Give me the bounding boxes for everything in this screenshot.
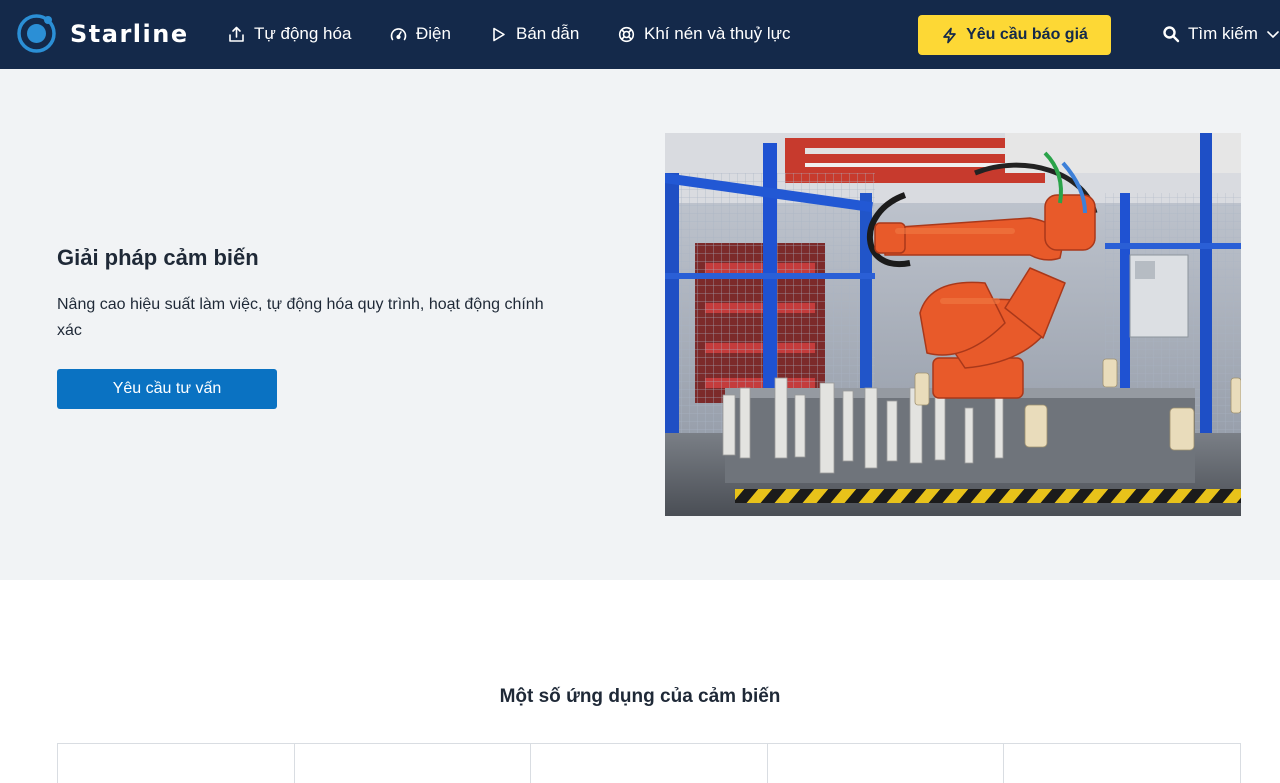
hero-title: Giải pháp cảm biến — [57, 245, 259, 270]
request-quote-button[interactable]: Yêu cầu báo giá — [918, 15, 1111, 55]
hero-description: Nâng cao hiệu suất làm việc, tự động hóa… — [57, 296, 544, 339]
application-card[interactable] — [531, 744, 768, 783]
play-triangle-icon — [493, 27, 505, 41]
chevron-down-icon — [1267, 31, 1279, 39]
application-card[interactable] — [294, 744, 532, 783]
request-consultation-button[interactable]: Yêu cầu tư vấn — [57, 369, 277, 409]
nav-item-label: Tự động hóa — [254, 24, 352, 43]
request-quote-label: Yêu cầu báo giá — [966, 26, 1088, 43]
starline-logo-icon — [17, 14, 56, 53]
lightning-icon — [943, 27, 956, 43]
industrial-robot-arm-illustration — [665, 133, 1241, 516]
gauge-icon — [390, 27, 407, 40]
search-label: Tìm kiếm — [1188, 24, 1258, 43]
brand-name: Starline — [70, 19, 189, 48]
nav-item-label: Điện — [416, 24, 451, 43]
application-card[interactable] — [767, 744, 1005, 783]
search-dropdown[interactable]: Tìm kiếm — [1162, 22, 1280, 46]
nav-item-label: Bán dẫn — [516, 24, 580, 43]
nav-item-semiconductor[interactable]: Bán dẫn — [490, 22, 579, 46]
nav-item-electric[interactable]: Điện — [390, 22, 451, 46]
hero-robot-arm-image — [665, 133, 1241, 516]
nav-item-pneumatic-hydraulic[interactable]: Khí nén và thuỷ lực — [618, 22, 791, 46]
application-card[interactable] — [1004, 744, 1240, 783]
hero-section: Giải pháp cảm biến Nâng cao hiệu suất là… — [0, 69, 1280, 580]
upload-box-icon — [229, 26, 244, 42]
search-icon — [1163, 26, 1180, 43]
applications-card-grid — [57, 743, 1241, 783]
nav-item-label: Khí nén và thuỷ lực — [644, 24, 791, 43]
applications-section-title: Một số ứng dụng của cảm biến — [499, 686, 781, 707]
top-navbar: Starline Tự động hóa Điện Bán dẫn Khí né… — [0, 0, 1280, 69]
nav-item-automation[interactable]: Tự động hóa — [228, 22, 351, 46]
brand-home-link[interactable]: Starline — [16, 13, 189, 54]
application-card[interactable] — [58, 744, 295, 783]
lifebuoy-icon — [618, 26, 635, 42]
